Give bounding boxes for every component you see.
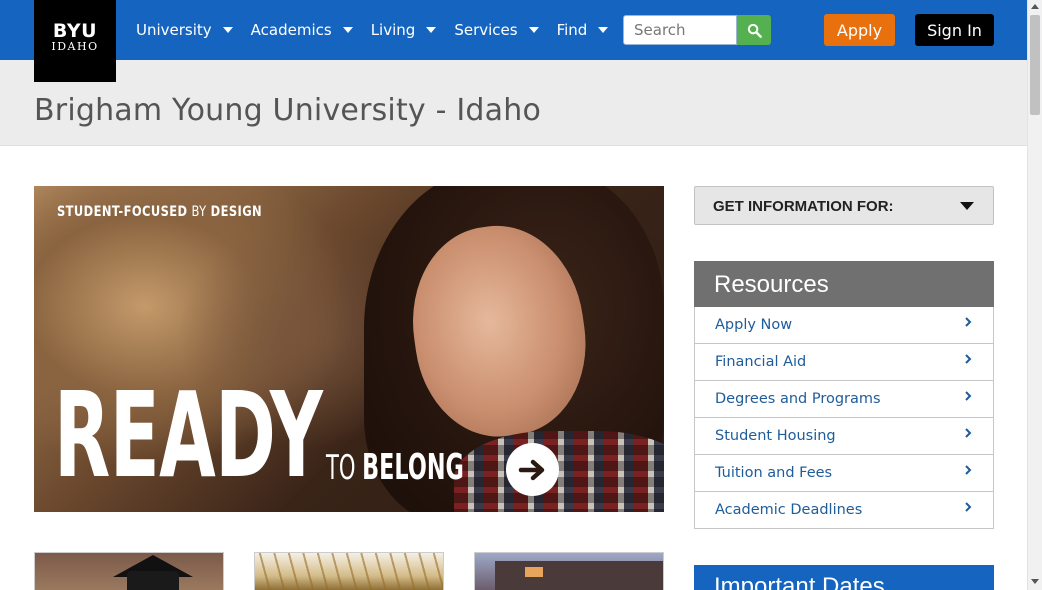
nav-living[interactable]: Living bbox=[371, 0, 437, 60]
nav-university[interactable]: University bbox=[136, 0, 233, 60]
nav-university-label: University bbox=[136, 21, 212, 39]
resource-student-housing[interactable]: Student Housing bbox=[694, 418, 994, 455]
chevron-right-icon bbox=[965, 502, 972, 512]
hero-photo-shirt bbox=[454, 431, 664, 512]
nav-find-label: Find bbox=[556, 21, 588, 39]
caret-down-icon bbox=[222, 27, 233, 33]
scroll-up-arrow-icon[interactable] bbox=[1031, 4, 1039, 9]
logo-line1: BYU bbox=[52, 20, 98, 42]
resources-panel: Resources Apply Now Financial Aid Degree… bbox=[694, 261, 994, 529]
title-band: Brigham Young University - Idaho bbox=[0, 60, 1027, 146]
resource-academic-deadlines[interactable]: Academic Deadlines bbox=[694, 492, 994, 529]
resource-apply-now[interactable]: Apply Now bbox=[694, 307, 994, 344]
dropdown-triangle-icon bbox=[960, 202, 974, 210]
hero-tagline: STUDENT-FOCUSED BY DESIGN bbox=[57, 204, 262, 220]
resource-financial-aid[interactable]: Financial Aid bbox=[694, 344, 994, 381]
scrollbar-thumb[interactable] bbox=[1030, 15, 1040, 115]
resources-title: Resources bbox=[694, 261, 994, 307]
search-input[interactable] bbox=[623, 15, 737, 45]
byu-idaho-logo[interactable]: BYU IDAHO bbox=[34, 0, 116, 82]
get-information-label: GET INFORMATION FOR: bbox=[713, 198, 894, 215]
resource-degrees-programs[interactable]: Degrees and Programs bbox=[694, 381, 994, 418]
resource-label: Degrees and Programs bbox=[715, 391, 881, 407]
scroll-down-arrow-icon[interactable] bbox=[1031, 579, 1039, 584]
important-dates-title: Important Dates bbox=[714, 573, 885, 590]
thumbnail-campus-building[interactable] bbox=[474, 552, 664, 590]
graduation-cap-base bbox=[127, 571, 179, 590]
chevron-right-icon bbox=[965, 317, 972, 327]
nav-services[interactable]: Services bbox=[454, 0, 539, 60]
resource-label: Apply Now bbox=[715, 317, 793, 333]
hero-arrow-button[interactable] bbox=[506, 443, 559, 496]
building-window-shape bbox=[525, 567, 543, 577]
hero-tagline-part1: STUDENT-FOCUSED bbox=[57, 204, 188, 220]
wheat-stalks-shape bbox=[255, 553, 443, 590]
caret-down-icon bbox=[598, 27, 609, 33]
nav-academics[interactable]: Academics bbox=[251, 0, 353, 60]
resource-label: Financial Aid bbox=[715, 354, 807, 370]
sign-in-button[interactable]: Sign In bbox=[915, 14, 994, 46]
resource-label: Tuition and Fees bbox=[715, 465, 833, 481]
hero-tagline-by: BY bbox=[187, 204, 211, 220]
resource-label: Student Housing bbox=[715, 428, 836, 444]
chevron-right-icon bbox=[965, 391, 972, 401]
top-navigation-bar: University Academics Living Services Fin… bbox=[0, 0, 1027, 60]
caret-down-icon bbox=[426, 27, 437, 33]
get-information-dropdown[interactable]: GET INFORMATION FOR: bbox=[694, 186, 994, 225]
logo-line2: IDAHO bbox=[51, 40, 99, 53]
building-shape bbox=[495, 561, 663, 590]
caret-down-icon bbox=[342, 27, 353, 33]
search-icon bbox=[747, 23, 762, 38]
thumbnail-graduate[interactable] bbox=[34, 552, 224, 590]
chevron-right-icon bbox=[965, 428, 972, 438]
search-box bbox=[623, 15, 771, 45]
page: University Academics Living Services Fin… bbox=[0, 0, 1027, 590]
hero-tagline-part2: DESIGN bbox=[210, 204, 263, 220]
hero-headline: READY bbox=[54, 366, 323, 504]
arrow-right-icon bbox=[518, 459, 544, 480]
nav-living-label: Living bbox=[370, 21, 416, 39]
nav-academics-label: Academics bbox=[250, 21, 332, 39]
nav-find[interactable]: Find bbox=[557, 0, 609, 60]
nav-services-label: Services bbox=[454, 21, 518, 39]
main-nav: University Academics Living Services Fin… bbox=[136, 0, 626, 60]
hero-subheadline: TO BELONG bbox=[326, 447, 464, 489]
resource-label: Academic Deadlines bbox=[715, 502, 863, 518]
hero-banner[interactable]: STUDENT-FOCUSED BY DESIGN READY TO BELON… bbox=[34, 186, 664, 512]
important-dates-panel: Important Dates bbox=[694, 565, 994, 590]
vertical-scrollbar[interactable] bbox=[1027, 0, 1042, 590]
chevron-right-icon bbox=[965, 354, 972, 364]
caret-down-icon bbox=[528, 27, 539, 33]
resource-tuition-fees[interactable]: Tuition and Fees bbox=[694, 455, 994, 492]
search-button[interactable] bbox=[737, 15, 771, 45]
hero-sub-belong: BELONG bbox=[362, 447, 464, 488]
thumbnail-wheat-field[interactable] bbox=[254, 552, 444, 590]
hero-sub-to: TO bbox=[326, 448, 363, 488]
page-title: Brigham Young University - Idaho bbox=[34, 93, 542, 128]
chevron-right-icon bbox=[965, 465, 972, 475]
apply-button[interactable]: Apply bbox=[824, 14, 895, 46]
